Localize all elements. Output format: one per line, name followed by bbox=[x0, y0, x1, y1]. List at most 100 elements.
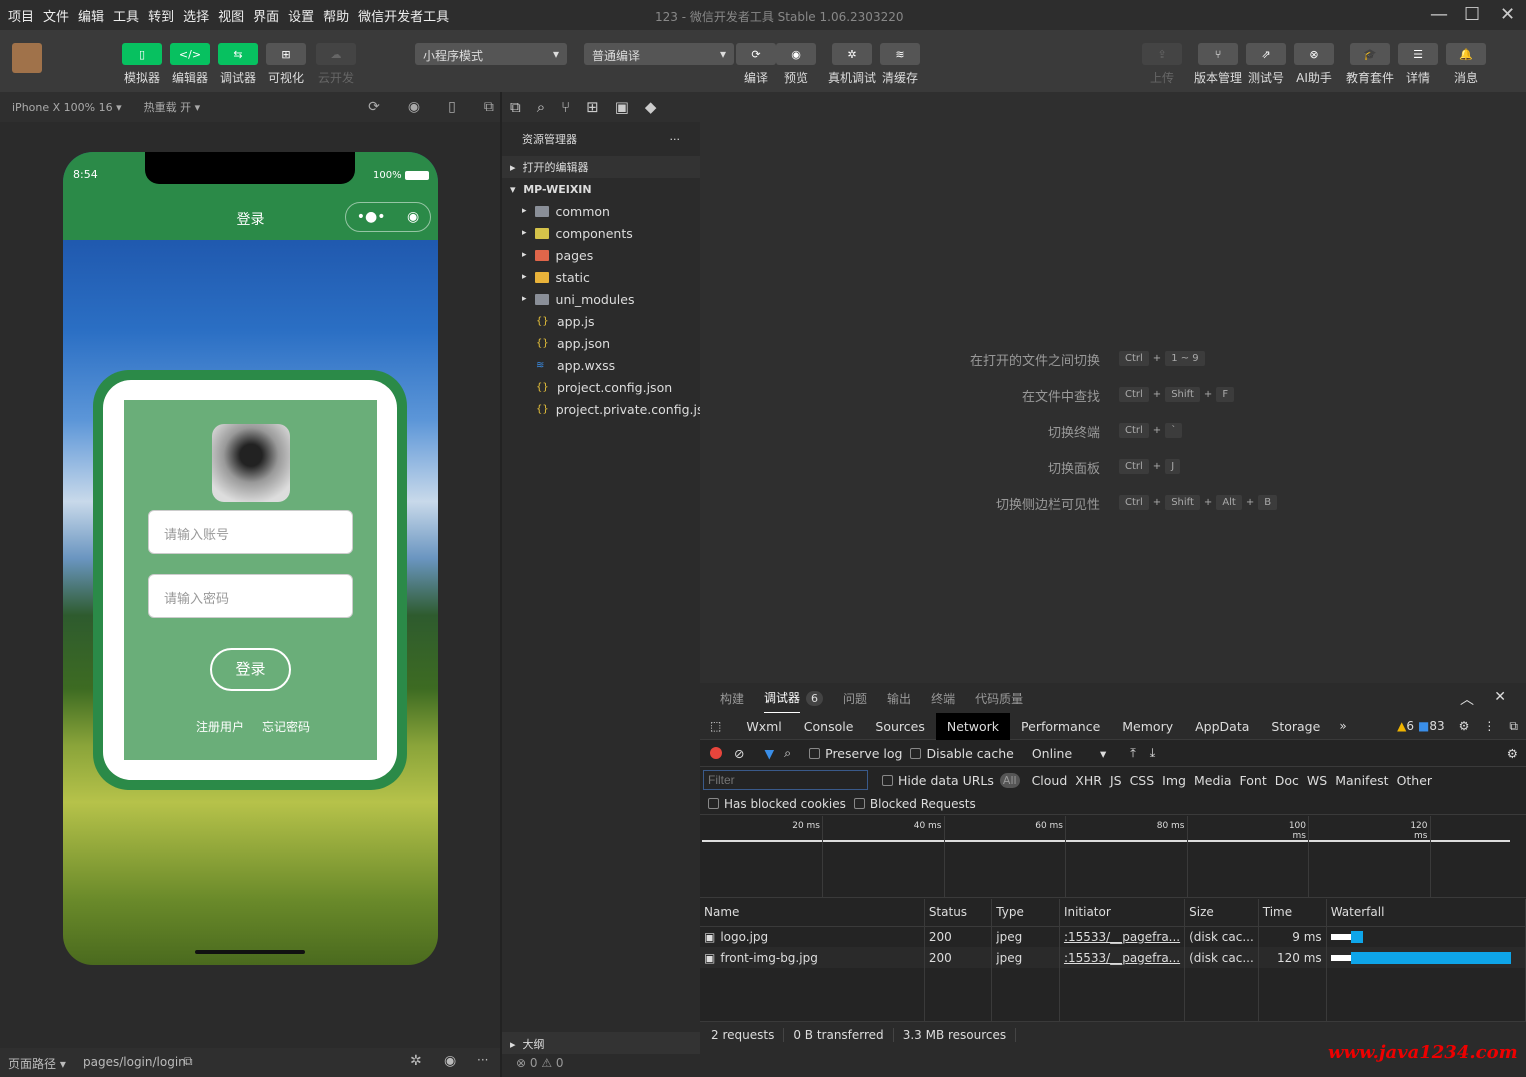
register-link[interactable]: 注册用户 bbox=[196, 718, 244, 735]
device-icon[interactable]: ▯ bbox=[448, 99, 456, 115]
type-filter-js[interactable]: JS bbox=[1110, 773, 1122, 788]
menu-item[interactable]: 项目 bbox=[8, 6, 34, 25]
tree-item[interactable]: ▸ common bbox=[502, 200, 700, 222]
toolbar-button[interactable]: ≋ 清缓存 bbox=[880, 43, 920, 86]
tab-console[interactable]: Console bbox=[793, 713, 865, 740]
copy-icon[interactable]: ⧉ bbox=[184, 1054, 193, 1069]
tree-item[interactable]: ▸ static bbox=[502, 266, 700, 288]
debug-icon[interactable]: ✲ bbox=[410, 1053, 422, 1069]
tree-item[interactable]: {} app.js bbox=[502, 310, 700, 332]
toolbar-button[interactable]: </> 编辑器 bbox=[170, 43, 210, 86]
forgot-password-link[interactable]: 忘记密码 bbox=[262, 718, 310, 735]
panel-tab[interactable]: 构建 bbox=[720, 690, 744, 707]
problems-count[interactable]: ⊗ 0 ⚠ 0 bbox=[516, 1056, 564, 1070]
network-settings-icon[interactable]: ⚙ bbox=[1507, 746, 1518, 761]
blocked-requests-checkbox[interactable] bbox=[853, 798, 865, 809]
type-filter-ws[interactable]: WS bbox=[1307, 773, 1327, 788]
cell-initiator[interactable]: :15533/__pagefra... bbox=[1059, 947, 1186, 968]
type-filter-all[interactable]: All bbox=[999, 772, 1020, 788]
toolbar-button[interactable]: 🎓 教育套件 bbox=[1346, 43, 1394, 86]
column-header[interactable]: Waterfall bbox=[1326, 899, 1526, 926]
panel-tab[interactable]: 代码质量 bbox=[975, 690, 1023, 707]
menu-item[interactable]: 视图 bbox=[218, 6, 244, 25]
panel-tab[interactable]: 问题 bbox=[843, 690, 867, 707]
tab-network[interactable]: Network bbox=[935, 712, 1011, 740]
toolbar-button[interactable]: ⊞ 可视化 bbox=[266, 43, 306, 86]
table-row[interactable]: ▣ logo.jpg 200 jpeg:15533/__pagefra... (disk… bbox=[700, 926, 1526, 947]
column-header[interactable]: Size bbox=[1184, 899, 1259, 926]
tree-item[interactable]: {} project.private.config.js... bbox=[502, 398, 700, 420]
panel-tab[interactable]: 终端 bbox=[931, 690, 955, 707]
panel-icon[interactable]: ▣ bbox=[615, 98, 629, 116]
panel-tab[interactable]: 输出 bbox=[887, 690, 911, 707]
avatar[interactable] bbox=[12, 43, 42, 73]
mode-select[interactable]: 小程序模式 ▾ bbox=[415, 43, 567, 65]
toolbar-button[interactable]: 🔔 消息 bbox=[1446, 43, 1486, 86]
type-filter-font[interactable]: Font bbox=[1240, 773, 1267, 788]
menu-item[interactable]: 编辑 bbox=[78, 6, 104, 25]
filter-input[interactable] bbox=[703, 770, 868, 790]
close-miniprogram-icon[interactable]: ◉ bbox=[407, 209, 419, 225]
tree-item[interactable]: ≋ app.wxss bbox=[502, 354, 700, 376]
page-path-select[interactable]: 页面路径 ▾ bbox=[8, 1055, 66, 1072]
login-button[interactable]: 登录 bbox=[210, 648, 291, 691]
throttle-select[interactable]: Online ▾ bbox=[1032, 746, 1106, 761]
more-icon[interactable]: ··· bbox=[477, 1053, 488, 1067]
toolbar-button[interactable]: ☰ 详情 bbox=[1398, 43, 1438, 86]
preview-icon[interactable]: ◉ bbox=[444, 1053, 456, 1069]
menu-item[interactable]: 微信开发者工具 bbox=[358, 6, 449, 25]
toolbar-button[interactable]: ⟳ 编译 bbox=[736, 43, 776, 86]
maximize-icon[interactable]: ☐ bbox=[1464, 4, 1480, 25]
compile-select[interactable]: 普通编译 ▾ bbox=[584, 43, 734, 65]
tree-item[interactable]: ▸ uni_modules bbox=[502, 288, 700, 310]
tree-item[interactable]: {} project.config.json bbox=[502, 376, 700, 398]
kebab-icon[interactable]: ⋮ bbox=[1483, 719, 1495, 733]
export-har-icon[interactable]: ⤓ bbox=[1150, 745, 1156, 761]
tab-sources[interactable]: Sources bbox=[864, 713, 935, 740]
rotate-icon[interactable]: ⟳ bbox=[368, 99, 380, 115]
tab-storage[interactable]: Storage bbox=[1260, 713, 1331, 740]
stop-icon[interactable]: ◉ bbox=[408, 99, 420, 115]
outline-section[interactable]: ▸ 大纲 bbox=[502, 1032, 700, 1054]
minimize-icon[interactable]: — bbox=[1430, 4, 1448, 25]
column-header[interactable]: Status bbox=[924, 899, 993, 926]
toolbar-button[interactable]: ✲ 真机调试 bbox=[828, 43, 876, 86]
tab-appdata[interactable]: AppData bbox=[1184, 713, 1260, 740]
clear-icon[interactable]: ⊘ bbox=[734, 746, 744, 761]
menu-item[interactable]: 界面 bbox=[253, 6, 279, 25]
toolbar-button[interactable]: ⇗ 测试号 bbox=[1246, 43, 1286, 86]
column-header[interactable]: Initiator bbox=[1059, 899, 1186, 926]
filter-icon[interactable]: ▼ bbox=[764, 746, 774, 761]
more-icon[interactable]: ··· bbox=[670, 133, 681, 146]
docker-icon[interactable]: ◆ bbox=[645, 98, 657, 116]
tree-item[interactable]: ▸ components bbox=[502, 222, 700, 244]
search-icon[interactable]: ⌕ bbox=[537, 98, 545, 116]
menu-item[interactable]: 转到 bbox=[148, 6, 174, 25]
column-header[interactable]: Time bbox=[1258, 899, 1327, 926]
more-icon[interactable]: •●• bbox=[357, 209, 386, 225]
search-icon[interactable]: ⌕ bbox=[784, 745, 791, 761]
dock-icon[interactable]: ⧉ bbox=[1509, 719, 1518, 734]
close-icon[interactable]: ✕ bbox=[1500, 4, 1515, 25]
menu-item[interactable]: 选择 bbox=[183, 6, 209, 25]
cell-initiator[interactable]: :15533/__pagefra... bbox=[1059, 926, 1186, 947]
tab-memory[interactable]: Memory bbox=[1111, 713, 1184, 740]
issues-counter[interactable]: ▲6 ■83 bbox=[1397, 719, 1445, 733]
toolbar-button[interactable]: ☁ 云开发 bbox=[316, 43, 356, 86]
type-filter-img[interactable]: Img bbox=[1162, 773, 1186, 788]
chevron-up-icon[interactable]: ︿ bbox=[1460, 689, 1474, 709]
menu-item[interactable]: 设置 bbox=[288, 6, 314, 25]
disable-cache-checkbox[interactable] bbox=[910, 747, 922, 759]
menu-item[interactable]: 帮助 bbox=[323, 6, 349, 25]
close-panel-icon[interactable]: ✕ bbox=[1494, 689, 1506, 705]
password-input[interactable]: 请输入密码 bbox=[148, 574, 353, 618]
files-icon[interactable]: ⧉ bbox=[510, 98, 521, 116]
toolbar-button[interactable]: ⑂ 版本管理 bbox=[1194, 43, 1242, 86]
project-section[interactable]: ▾ MP-WEIXIN bbox=[502, 178, 700, 200]
open-editors-section[interactable]: ▸ 打开的编辑器 bbox=[502, 156, 700, 178]
type-filter-manifest[interactable]: Manifest bbox=[1335, 773, 1388, 788]
device-select[interactable]: iPhone X 100% 16 ▾ bbox=[12, 101, 122, 114]
tree-item[interactable]: {} app.json bbox=[502, 332, 700, 354]
toolbar-button[interactable]: ⇆ 调试器 bbox=[218, 43, 258, 86]
panel-tab[interactable]: 调试器 bbox=[764, 683, 801, 714]
